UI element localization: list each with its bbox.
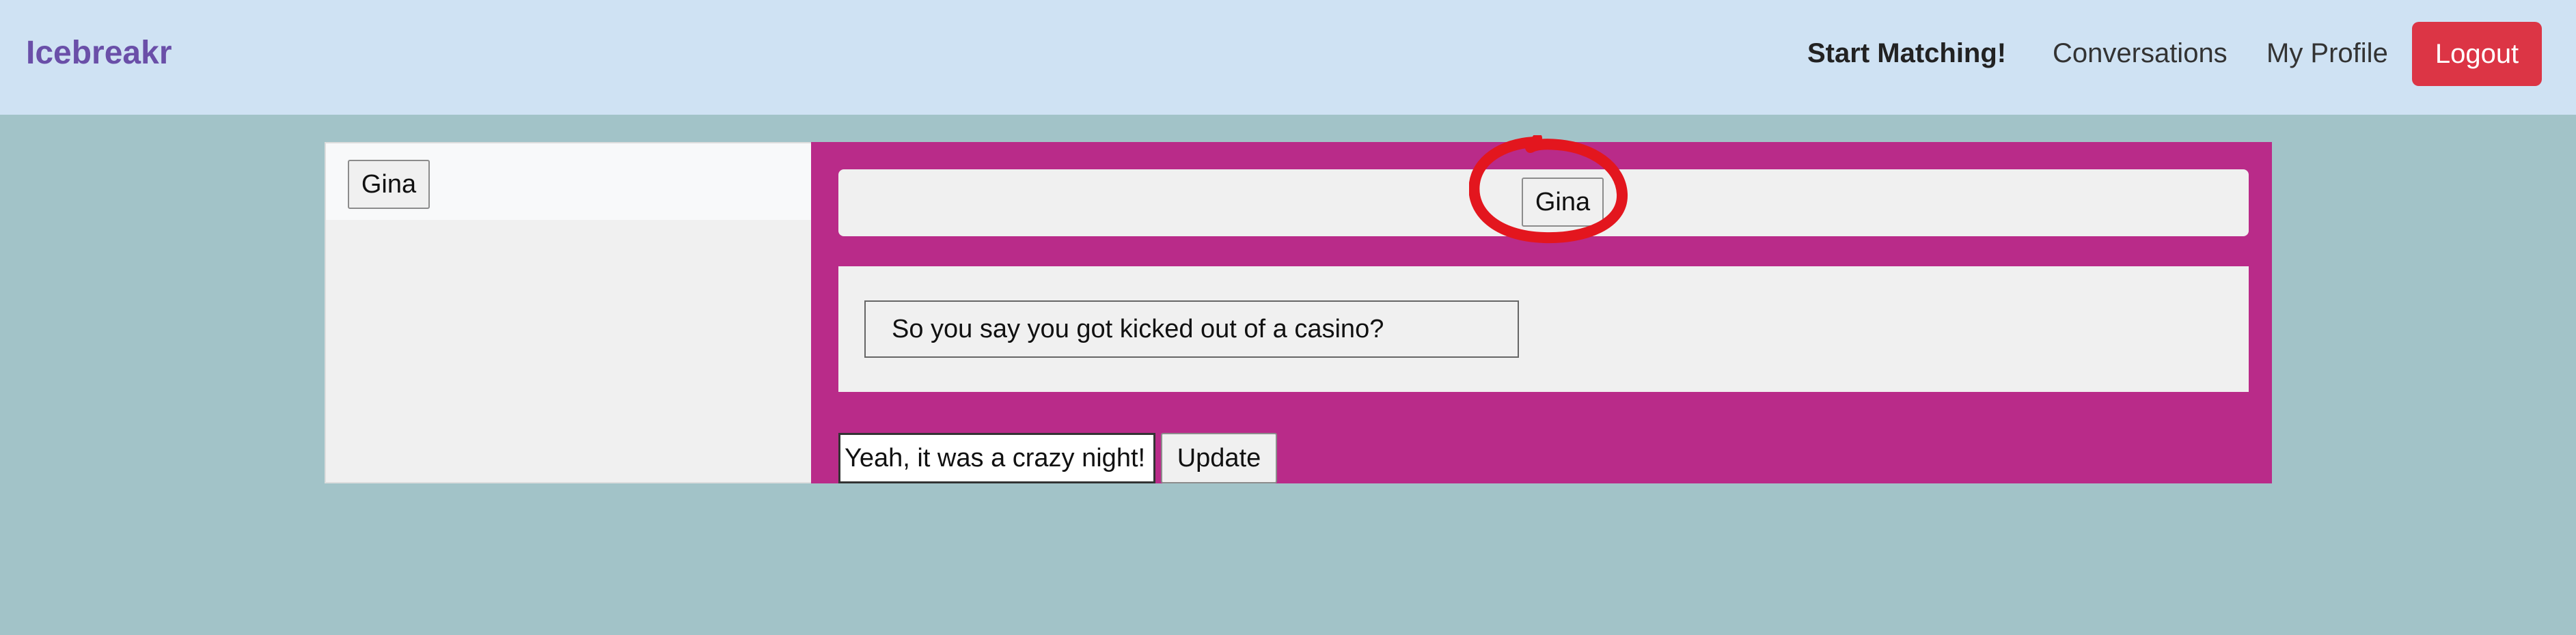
chat-partner-button[interactable]: Gina — [1522, 178, 1604, 227]
brand-logo[interactable]: Icebreakr — [26, 34, 172, 72]
conversation-gina-button[interactable]: Gina — [348, 160, 430, 209]
chat-header: Gina — [838, 169, 2249, 236]
conversation-list: Gina — [325, 142, 811, 483]
nav-conversations[interactable]: Conversations — [2053, 38, 2228, 69]
conversation-panel: Gina Gina So you say you got kicked out … — [325, 142, 2272, 483]
nav-my-profile[interactable]: My Profile — [2266, 38, 2388, 69]
nav-start-matching[interactable]: Start Matching! — [1807, 38, 2006, 69]
message-bubble: So you say you got kicked out of a casin… — [864, 300, 1519, 358]
chat-area: Gina So you say you got kicked out of a … — [811, 142, 2272, 483]
update-button[interactable]: Update — [1161, 433, 1277, 483]
logout-button[interactable]: Logout — [2412, 22, 2542, 86]
message-list: So you say you got kicked out of a casin… — [838, 266, 2249, 392]
reply-input[interactable] — [838, 433, 1155, 483]
conversation-list-item: Gina — [326, 143, 811, 220]
navbar: Icebreakr Start Matching! Conversations … — [0, 0, 2576, 115]
